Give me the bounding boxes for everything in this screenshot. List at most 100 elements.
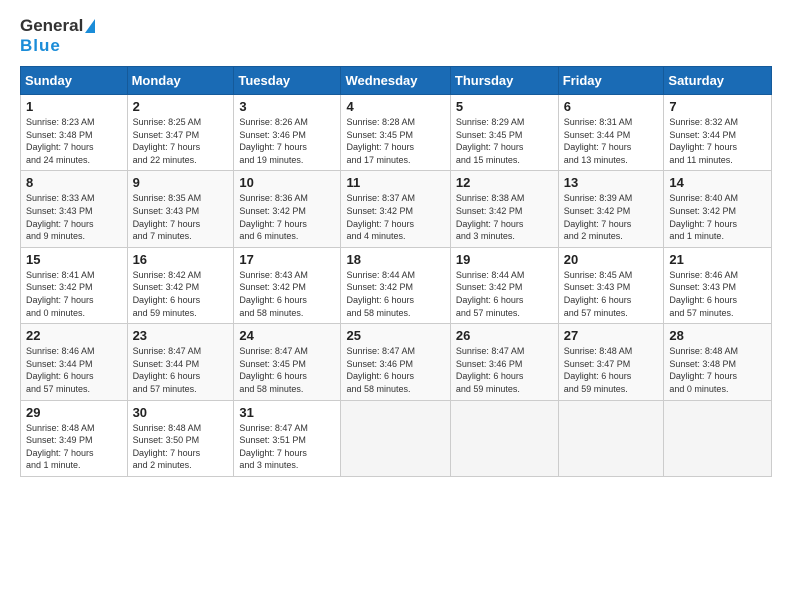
weekday-header-tuesday: Tuesday — [234, 67, 341, 95]
day-cell-16: 16 Sunrise: 8:42 AMSunset: 3:42 PMDayligh… — [127, 247, 234, 323]
day-cell-28: 28 Sunrise: 8:48 AMSunset: 3:48 PMDayligh… — [664, 324, 772, 400]
day-cell-25: 25 Sunrise: 8:47 AMSunset: 3:46 PMDayligh… — [341, 324, 450, 400]
page: General Blue SundayMondayTuesdayWednesda… — [0, 0, 792, 612]
day-number: 18 — [346, 252, 444, 267]
day-info: Sunrise: 8:46 AMSunset: 3:44 PMDaylight:… — [26, 345, 122, 395]
day-info: Sunrise: 8:47 AMSunset: 3:44 PMDaylight:… — [133, 345, 229, 395]
day-number: 4 — [346, 99, 444, 114]
day-info: Sunrise: 8:38 AMSunset: 3:42 PMDaylight:… — [456, 192, 553, 242]
day-info: Sunrise: 8:28 AMSunset: 3:45 PMDaylight:… — [346, 116, 444, 166]
day-number: 11 — [346, 175, 444, 190]
day-cell-7: 7Sunrise: 8:32 AMSunset: 3:44 PMDaylight… — [664, 95, 772, 171]
day-number: 26 — [456, 328, 553, 343]
day-number: 23 — [133, 328, 229, 343]
day-cell-8: 8 Sunrise: 8:33 AMSunset: 3:43 PMDaylight… — [21, 171, 128, 247]
day-cell-4: 4 Sunrise: 8:28 AMSunset: 3:45 PMDaylight… — [341, 95, 450, 171]
day-number: 10 — [239, 175, 335, 190]
empty-cell — [664, 400, 772, 476]
day-cell-15: 15 Sunrise: 8:41 AMSunset: 3:42 PMDayligh… — [21, 247, 128, 323]
day-number: 1 — [26, 99, 122, 114]
day-info: Sunrise: 8:33 AMSunset: 3:43 PMDaylight:… — [26, 192, 122, 242]
day-cell-27: 27 Sunrise: 8:48 AMSunset: 3:47 PMDayligh… — [558, 324, 664, 400]
day-info: Sunrise: 8:37 AMSunset: 3:42 PMDaylight:… — [346, 192, 444, 242]
week-row-3: 15 Sunrise: 8:41 AMSunset: 3:42 PMDayligh… — [21, 247, 772, 323]
day-cell-22: 22 Sunrise: 8:46 AMSunset: 3:44 PMDayligh… — [21, 324, 128, 400]
day-cell-11: 11 Sunrise: 8:37 AMSunset: 3:42 PMDayligh… — [341, 171, 450, 247]
logo: General Blue — [20, 16, 95, 56]
day-number: 22 — [26, 328, 122, 343]
logo-triangle-icon — [85, 19, 95, 33]
day-info: Sunrise: 8:44 AMSunset: 3:42 PMDaylight:… — [346, 269, 444, 319]
day-info: Sunrise: 8:32 AMSunset: 3:44 PMDaylight:… — [669, 116, 766, 166]
day-cell-21: 21 Sunrise: 8:46 AMSunset: 3:43 PMDayligh… — [664, 247, 772, 323]
day-cell-26: 26 Sunrise: 8:47 AMSunset: 3:46 PMDayligh… — [450, 324, 558, 400]
day-cell-14: 14 Sunrise: 8:40 AMSunset: 3:42 PMDayligh… — [664, 171, 772, 247]
day-info: Sunrise: 8:42 AMSunset: 3:42 PMDaylight:… — [133, 269, 229, 319]
day-number: 30 — [133, 405, 229, 420]
day-cell-17: 17 Sunrise: 8:43 AMSunset: 3:42 PMDayligh… — [234, 247, 341, 323]
empty-cell — [558, 400, 664, 476]
week-row-4: 22 Sunrise: 8:46 AMSunset: 3:44 PMDayligh… — [21, 324, 772, 400]
day-cell-3: 3Sunrise: 8:26 AMSunset: 3:46 PMDaylight… — [234, 95, 341, 171]
day-cell-20: 20 Sunrise: 8:45 AMSunset: 3:43 PMDayligh… — [558, 247, 664, 323]
day-cell-29: 29Sunrise: 8:48 AMSunset: 3:49 PMDayligh… — [21, 400, 128, 476]
weekday-header-monday: Monday — [127, 67, 234, 95]
day-cell-13: 13Sunrise: 8:39 AMSunset: 3:42 PMDayligh… — [558, 171, 664, 247]
day-number: 6 — [564, 99, 659, 114]
day-number: 12 — [456, 175, 553, 190]
day-info: Sunrise: 8:31 AMSunset: 3:44 PMDaylight:… — [564, 116, 659, 166]
day-info: Sunrise: 8:43 AMSunset: 3:42 PMDaylight:… — [239, 269, 335, 319]
day-info: Sunrise: 8:36 AMSunset: 3:42 PMDaylight:… — [239, 192, 335, 242]
header: General Blue — [20, 16, 772, 56]
day-info: Sunrise: 8:35 AMSunset: 3:43 PMDaylight:… — [133, 192, 229, 242]
day-info: Sunrise: 8:41 AMSunset: 3:42 PMDaylight:… — [26, 269, 122, 319]
day-cell-18: 18 Sunrise: 8:44 AMSunset: 3:42 PMDayligh… — [341, 247, 450, 323]
day-cell-30: 30 Sunrise: 8:48 AMSunset: 3:50 PMDayligh… — [127, 400, 234, 476]
week-row-1: 1 Sunrise: 8:23 AMSunset: 3:48 PMDaylight… — [21, 95, 772, 171]
day-number: 5 — [456, 99, 553, 114]
empty-cell — [450, 400, 558, 476]
day-number: 29 — [26, 405, 122, 420]
day-cell-12: 12 Sunrise: 8:38 AMSunset: 3:42 PMDayligh… — [450, 171, 558, 247]
day-number: 17 — [239, 252, 335, 267]
day-number: 8 — [26, 175, 122, 190]
day-info: Sunrise: 8:45 AMSunset: 3:43 PMDaylight:… — [564, 269, 659, 319]
day-number: 31 — [239, 405, 335, 420]
weekday-header-wednesday: Wednesday — [341, 67, 450, 95]
day-info: Sunrise: 8:47 AMSunset: 3:46 PMDaylight:… — [346, 345, 444, 395]
empty-cell — [341, 400, 450, 476]
day-number: 27 — [564, 328, 659, 343]
day-info: Sunrise: 8:46 AMSunset: 3:43 PMDaylight:… — [669, 269, 766, 319]
day-number: 25 — [346, 328, 444, 343]
day-number: 16 — [133, 252, 229, 267]
day-number: 20 — [564, 252, 659, 267]
day-cell-6: 6 Sunrise: 8:31 AMSunset: 3:44 PMDaylight… — [558, 95, 664, 171]
day-info: Sunrise: 8:40 AMSunset: 3:42 PMDaylight:… — [669, 192, 766, 242]
day-info: Sunrise: 8:23 AMSunset: 3:48 PMDaylight:… — [26, 116, 122, 166]
day-cell-24: 24 Sunrise: 8:47 AMSunset: 3:45 PMDayligh… — [234, 324, 341, 400]
day-number: 28 — [669, 328, 766, 343]
day-number: 15 — [26, 252, 122, 267]
day-number: 21 — [669, 252, 766, 267]
day-info: Sunrise: 8:29 AMSunset: 3:45 PMDaylight:… — [456, 116, 553, 166]
day-info: Sunrise: 8:47 AMSunset: 3:45 PMDaylight:… — [239, 345, 335, 395]
day-info: Sunrise: 8:48 AMSunset: 3:48 PMDaylight:… — [669, 345, 766, 395]
day-cell-23: 23 Sunrise: 8:47 AMSunset: 3:44 PMDayligh… — [127, 324, 234, 400]
day-number: 2 — [133, 99, 229, 114]
day-info: Sunrise: 8:48 AMSunset: 3:50 PMDaylight:… — [133, 422, 229, 472]
day-info: Sunrise: 8:47 AMSunset: 3:46 PMDaylight:… — [456, 345, 553, 395]
day-cell-10: 10 Sunrise: 8:36 AMSunset: 3:42 PMDayligh… — [234, 171, 341, 247]
weekday-header-thursday: Thursday — [450, 67, 558, 95]
day-number: 13 — [564, 175, 659, 190]
day-info: Sunrise: 8:48 AMSunset: 3:47 PMDaylight:… — [564, 345, 659, 395]
weekday-header-row: SundayMondayTuesdayWednesdayThursdayFrid… — [21, 67, 772, 95]
day-number: 24 — [239, 328, 335, 343]
logo-general: General — [20, 16, 83, 36]
week-row-5: 29Sunrise: 8:48 AMSunset: 3:49 PMDayligh… — [21, 400, 772, 476]
day-number: 19 — [456, 252, 553, 267]
logo-blue: Blue — [20, 36, 61, 56]
weekday-header-saturday: Saturday — [664, 67, 772, 95]
day-number: 14 — [669, 175, 766, 190]
week-row-2: 8 Sunrise: 8:33 AMSunset: 3:43 PMDaylight… — [21, 171, 772, 247]
day-number: 9 — [133, 175, 229, 190]
